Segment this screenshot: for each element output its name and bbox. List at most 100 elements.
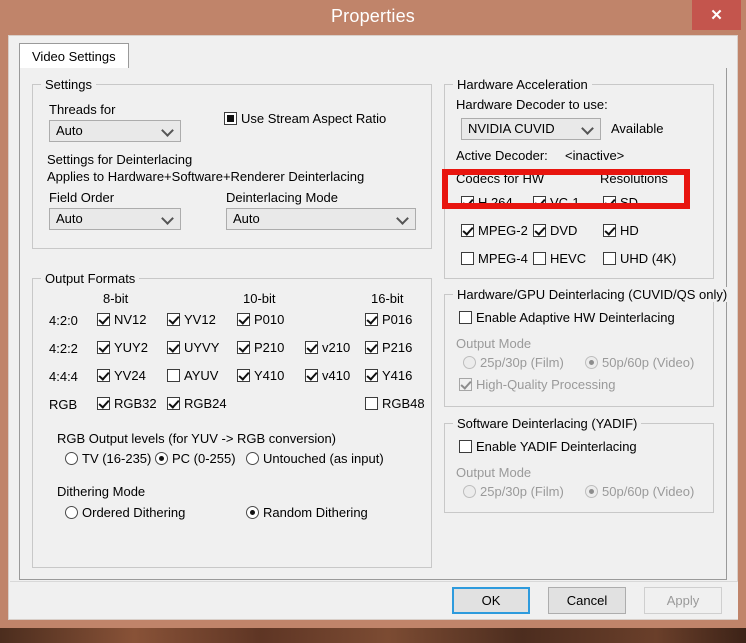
radio-ring bbox=[246, 452, 259, 465]
rgb-level-radio-1[interactable]: PC (0-255) bbox=[155, 451, 236, 466]
output-format-checkbox-v410[interactable]: v410 bbox=[305, 368, 350, 383]
high-quality-processing-checkbox[interactable]: High-Quality Processing bbox=[459, 377, 615, 392]
chevron-down-icon bbox=[163, 213, 173, 223]
checkbox-box bbox=[167, 313, 180, 326]
output-format-checkbox-yv24[interactable]: YV24 bbox=[97, 368, 146, 383]
cancel-button[interactable]: Cancel bbox=[548, 587, 626, 614]
checkbox-box bbox=[461, 224, 474, 237]
output-format-label: Y410 bbox=[254, 368, 284, 383]
sw-output-mode-label: Output Mode bbox=[456, 465, 531, 480]
col-header-8bit: 8-bit bbox=[103, 291, 128, 306]
enable-adaptive-hw-deinterlacing-label: Enable Adaptive HW Deinterlacing bbox=[476, 310, 675, 325]
radio-ring bbox=[155, 452, 168, 465]
apply-button[interactable]: Apply bbox=[644, 587, 722, 614]
output-format-label: UYVY bbox=[184, 340, 219, 355]
output-format-checkbox-y416[interactable]: Y416 bbox=[365, 368, 412, 383]
threads-for-label: Threads for bbox=[49, 102, 115, 117]
tab-video-settings[interactable]: Video Settings bbox=[19, 43, 129, 69]
output-format-checkbox-rgb48[interactable]: RGB48 bbox=[365, 396, 425, 411]
deinterlacing-subtext: Applies to Hardware+Software+Renderer De… bbox=[47, 169, 364, 184]
output-format-label: YUY2 bbox=[114, 340, 148, 355]
output-format-checkbox-yuy2[interactable]: YUY2 bbox=[97, 340, 148, 355]
hw-codec-checkbox-h-264[interactable]: H.264 bbox=[461, 195, 513, 210]
checkbox-box bbox=[237, 313, 250, 326]
output-format-label: P216 bbox=[382, 340, 412, 355]
hardware-decoder-value: NVIDIA CUVID bbox=[468, 121, 555, 136]
hw-mode-50p60p-radio[interactable]: 50p/60p (Video) bbox=[585, 355, 694, 370]
hw-resolution-checkbox-sd[interactable]: SD bbox=[603, 195, 638, 210]
sw-mode-50p60p-radio[interactable]: 50p/60p (Video) bbox=[585, 484, 694, 499]
rgb-level-radio-2[interactable]: Untouched (as input) bbox=[246, 451, 384, 466]
title-bar: Properties ✕ bbox=[0, 0, 746, 35]
dithering-mode-label: Dithering Mode bbox=[57, 484, 145, 499]
hw-codec-checkbox-vc-1[interactable]: VC-1 bbox=[533, 195, 580, 210]
hardware-decoder-status: Available bbox=[611, 121, 664, 136]
output-format-label: v410 bbox=[322, 368, 350, 383]
checkbox-box bbox=[365, 397, 378, 410]
enable-yadif-deinterlacing-label: Enable YADIF Deinterlacing bbox=[476, 439, 637, 454]
enable-yadif-deinterlacing-checkbox[interactable]: Enable YADIF Deinterlacing bbox=[459, 439, 637, 454]
field-order-select[interactable]: Auto bbox=[49, 208, 181, 230]
dithering-radio-0[interactable]: Ordered Dithering bbox=[65, 505, 185, 520]
group-settings: Settings Threads for Auto Use Stream Asp… bbox=[32, 84, 432, 249]
checkbox-box bbox=[603, 252, 616, 265]
radio-ring bbox=[65, 506, 78, 519]
sw-mode-25p30p-radio[interactable]: 25p/30p (Film) bbox=[463, 484, 564, 499]
checkbox-box bbox=[305, 341, 318, 354]
rgb-level-label: Untouched (as input) bbox=[263, 451, 384, 466]
checkbox-box bbox=[459, 440, 472, 453]
radio-ring bbox=[65, 452, 78, 465]
output-format-checkbox-rgb32[interactable]: RGB32 bbox=[97, 396, 157, 411]
checkbox-box bbox=[603, 196, 616, 209]
chevron-down-icon bbox=[163, 125, 173, 135]
window-title: Properties bbox=[0, 6, 746, 27]
checkbox-box bbox=[237, 369, 250, 382]
output-format-checkbox-p016[interactable]: P016 bbox=[365, 312, 412, 327]
output-format-checkbox-ayuv[interactable]: AYUV bbox=[167, 368, 218, 383]
dialog-client-area: Video Settings Settings Threads for Auto… bbox=[8, 35, 738, 620]
hw-resolution-checkbox-hd[interactable]: HD bbox=[603, 223, 639, 238]
tab-strip: Video Settings bbox=[19, 43, 727, 69]
hw-codec-checkbox-mpeg-2[interactable]: MPEG-2 bbox=[461, 223, 528, 238]
output-format-checkbox-p216[interactable]: P216 bbox=[365, 340, 412, 355]
hw-resolution-label: UHD (4K) bbox=[620, 251, 676, 266]
checkbox-box bbox=[461, 252, 474, 265]
output-format-checkbox-yv12[interactable]: YV12 bbox=[167, 312, 216, 327]
close-icon[interactable]: ✕ bbox=[692, 0, 741, 30]
deinterlacing-heading: Settings for Deinterlacing bbox=[47, 152, 192, 167]
output-format-checkbox-uyvy[interactable]: UYVY bbox=[167, 340, 219, 355]
output-format-checkbox-rgb24[interactable]: RGB24 bbox=[167, 396, 227, 411]
ok-button[interactable]: OK bbox=[452, 587, 530, 614]
deinterlacing-mode-label: Deinterlacing Mode bbox=[226, 190, 338, 205]
rgb-level-radio-0[interactable]: TV (16-235) bbox=[65, 451, 151, 466]
output-format-row-label: RGB bbox=[49, 397, 77, 412]
use-stream-aspect-ratio-checkbox[interactable]: Use Stream Aspect Ratio bbox=[224, 111, 386, 126]
output-format-checkbox-y410[interactable]: Y410 bbox=[237, 368, 284, 383]
hw-codec-checkbox-dvd[interactable]: DVD bbox=[533, 223, 577, 238]
hw-mode-25p30p-radio[interactable]: 25p/30p (Film) bbox=[463, 355, 564, 370]
use-stream-aspect-ratio-label: Use Stream Aspect Ratio bbox=[241, 111, 386, 126]
deinterlacing-mode-select[interactable]: Auto bbox=[226, 208, 416, 230]
dithering-radio-1[interactable]: Random Dithering bbox=[246, 505, 368, 520]
hw-codec-checkbox-mpeg-4[interactable]: MPEG-4 bbox=[461, 251, 528, 266]
output-format-label: P010 bbox=[254, 312, 284, 327]
group-hw-deinterlacing-legend: Hardware/GPU Deinterlacing (CUVID/QS onl… bbox=[453, 287, 731, 302]
threads-for-select[interactable]: Auto bbox=[49, 120, 181, 142]
output-format-checkbox-v210[interactable]: v210 bbox=[305, 340, 350, 355]
hw-resolution-label: SD bbox=[620, 195, 638, 210]
hw-codec-checkbox-hevc[interactable]: HEVC bbox=[533, 251, 586, 266]
checkbox-box bbox=[97, 397, 110, 410]
output-format-checkbox-p010[interactable]: P010 bbox=[237, 312, 284, 327]
hw-resolution-checkbox-uhd-4k-[interactable]: UHD (4K) bbox=[603, 251, 676, 266]
output-format-checkbox-nv12[interactable]: NV12 bbox=[97, 312, 147, 327]
output-format-row-label: 4:4:4 bbox=[49, 369, 78, 384]
properties-window: Properties ✕ Video Settings Settings Thr… bbox=[0, 0, 746, 628]
group-hardware-acceleration: Hardware Acceleration Hardware Decoder t… bbox=[444, 84, 714, 279]
output-format-label: RGB24 bbox=[184, 396, 227, 411]
chevron-down-icon bbox=[398, 213, 408, 223]
enable-adaptive-hw-deinterlacing-checkbox[interactable]: Enable Adaptive HW Deinterlacing bbox=[459, 310, 675, 325]
output-format-checkbox-p210[interactable]: P210 bbox=[237, 340, 284, 355]
hardware-decoder-select[interactable]: NVIDIA CUVID bbox=[461, 118, 601, 140]
checkbox-box bbox=[459, 311, 472, 324]
rgb-level-label: PC (0-255) bbox=[172, 451, 236, 466]
